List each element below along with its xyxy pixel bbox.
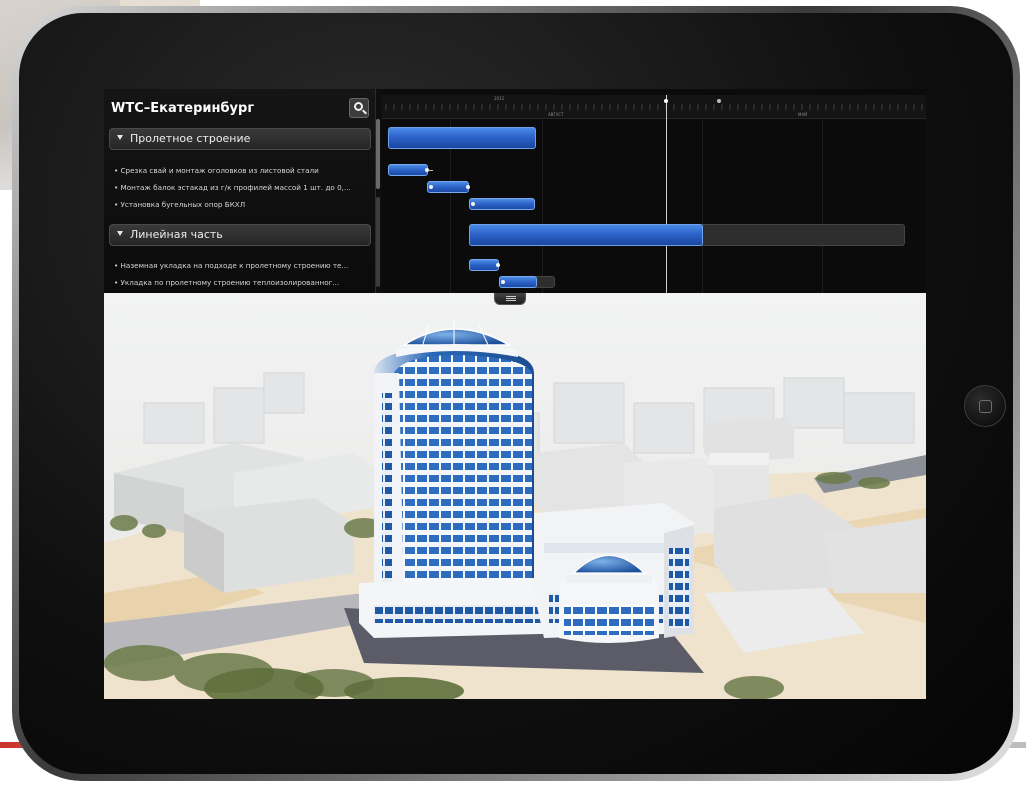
task-item[interactable]: • Установка бугельных опор БКХЛ xyxy=(114,200,372,209)
group-header-span[interactable]: Пролетное строение xyxy=(109,128,371,150)
handle-line xyxy=(506,300,516,301)
today-marker xyxy=(666,95,667,293)
task-item[interactable]: • Укладка по пролетному строению теплоиз… xyxy=(114,278,372,287)
task-list-scroll-track xyxy=(376,197,380,287)
handle-line xyxy=(506,296,516,297)
schedule-panel: WTC–Екатеринбург Пролетное строение • Ср… xyxy=(104,89,926,293)
slide-canvas: WTC–Екатеринбург Пролетное строение • Ср… xyxy=(0,0,1026,787)
today-dot xyxy=(664,99,668,103)
grid-line xyxy=(822,119,823,293)
grid-line xyxy=(542,119,543,293)
timeline-header: 2012 АВГУСТ МАЙ xyxy=(382,95,926,119)
collapse-triangle-icon[interactable] xyxy=(117,231,123,236)
month-label: АВГУСТ xyxy=(548,112,564,117)
search-icon-handle xyxy=(362,109,367,115)
task-item[interactable]: • Срезка свай и монтаж оголовков из лист… xyxy=(114,166,372,175)
day-ticks xyxy=(385,104,923,110)
gantt-group-bar[interactable] xyxy=(388,127,536,149)
dependency-node xyxy=(429,185,433,189)
year-label: 2012 xyxy=(494,96,505,101)
group-label: Линейная часть xyxy=(130,228,223,241)
dependency-node xyxy=(466,185,470,189)
gantt-group-bar[interactable] xyxy=(469,224,703,246)
3d-model-view[interactable] xyxy=(104,293,926,699)
month-label: МАЙ xyxy=(798,112,808,117)
milestone-dot xyxy=(717,99,721,103)
task-list-scrollbar[interactable] xyxy=(376,119,380,189)
gantt-chart[interactable]: 2012 АВГУСТ МАЙ xyxy=(382,89,926,293)
gantt-task-bar[interactable] xyxy=(469,259,499,271)
collapse-triangle-icon[interactable] xyxy=(117,135,123,140)
dependency-node xyxy=(496,263,500,267)
home-button[interactable] xyxy=(964,385,1006,427)
task-list-panel: WTC–Екатеринбург Пролетное строение • Ср… xyxy=(104,89,376,293)
gantt-task-bar[interactable] xyxy=(469,198,535,210)
home-square-icon xyxy=(979,400,992,413)
project-title: WTC–Екатеринбург xyxy=(111,101,255,116)
wtc-tower[interactable] xyxy=(374,318,534,621)
menu-handle-icon[interactable] xyxy=(494,293,526,305)
group-header-linear[interactable]: Линейная часть xyxy=(109,224,371,246)
task-item[interactable]: • Наземная укладка на подходе к пролетно… xyxy=(114,261,372,270)
task-item[interactable]: • Монтаж балок эстакад из г/к профилей м… xyxy=(114,183,372,192)
dependency-node xyxy=(501,280,505,284)
dependency-link xyxy=(428,170,433,171)
app-screen: WTC–Екатеринбург Пролетное строение • Ср… xyxy=(104,89,926,699)
search-button[interactable] xyxy=(349,98,369,118)
dependency-node xyxy=(471,202,475,206)
handle-line xyxy=(506,298,516,299)
gantt-task-bar[interactable] xyxy=(388,164,428,176)
city-3d-render[interactable] xyxy=(104,293,926,699)
group-label: Пролетное строение xyxy=(130,132,251,145)
grid-line xyxy=(702,119,703,293)
gantt-task-bar[interactable] xyxy=(427,181,469,193)
